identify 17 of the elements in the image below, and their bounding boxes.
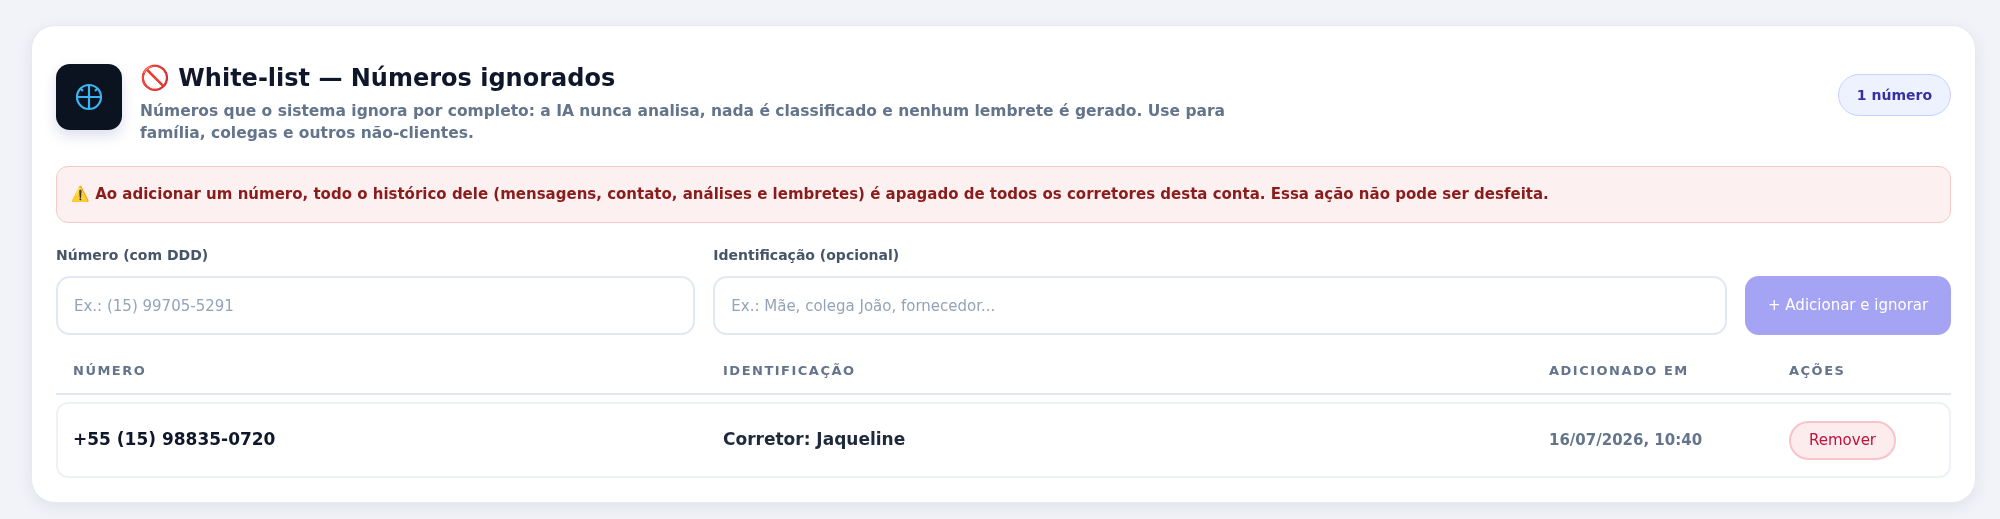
column-header: IDENTIFICAÇÃO (723, 362, 856, 381)
column-header: NÚMERO (73, 362, 147, 381)
remove-button[interactable]: Remover (1789, 420, 1897, 460)
column-header: AÇÕES (1789, 362, 1846, 381)
column-header: ADICIONADO EM (1549, 362, 1689, 381)
date-cell-text: 16/07/2026, 10:40 (1549, 429, 1703, 451)
count-badge: 1 número (1837, 74, 1951, 116)
warning-banner: ⚠ Ao adicionar um número, todo o histórico dele (mensagens, contato, análises e lembretes) é apagado de todos os corretores desta conta. Essa ação não pode ser desfeita. (56, 166, 1951, 223)
number-cell-text: +55 (15) 98835-0720 (73, 428, 276, 452)
panel-description: Números que o sistema ignora por completo: a IA nunca analisa, nada é classificado e nenhum lembrete é gerado. Use para família, colegas e outros não-clientes. (140, 101, 1227, 144)
field-label: Número (com DDD) (56, 246, 210, 265)
identification-cell-text: Corretor: Jaqueline (723, 428, 906, 452)
panel-title: 🚫 White-list — Números ignorados (140, 63, 617, 94)
number-input-field[interactable]: Ex.: (15) 99705-5291 (56, 276, 696, 335)
field-label: Identificação (opcional) (713, 246, 901, 265)
app-icon (56, 64, 122, 130)
identification-input-field[interactable]: Ex.: Mãe, colega João, fornecedor... (713, 276, 1728, 335)
